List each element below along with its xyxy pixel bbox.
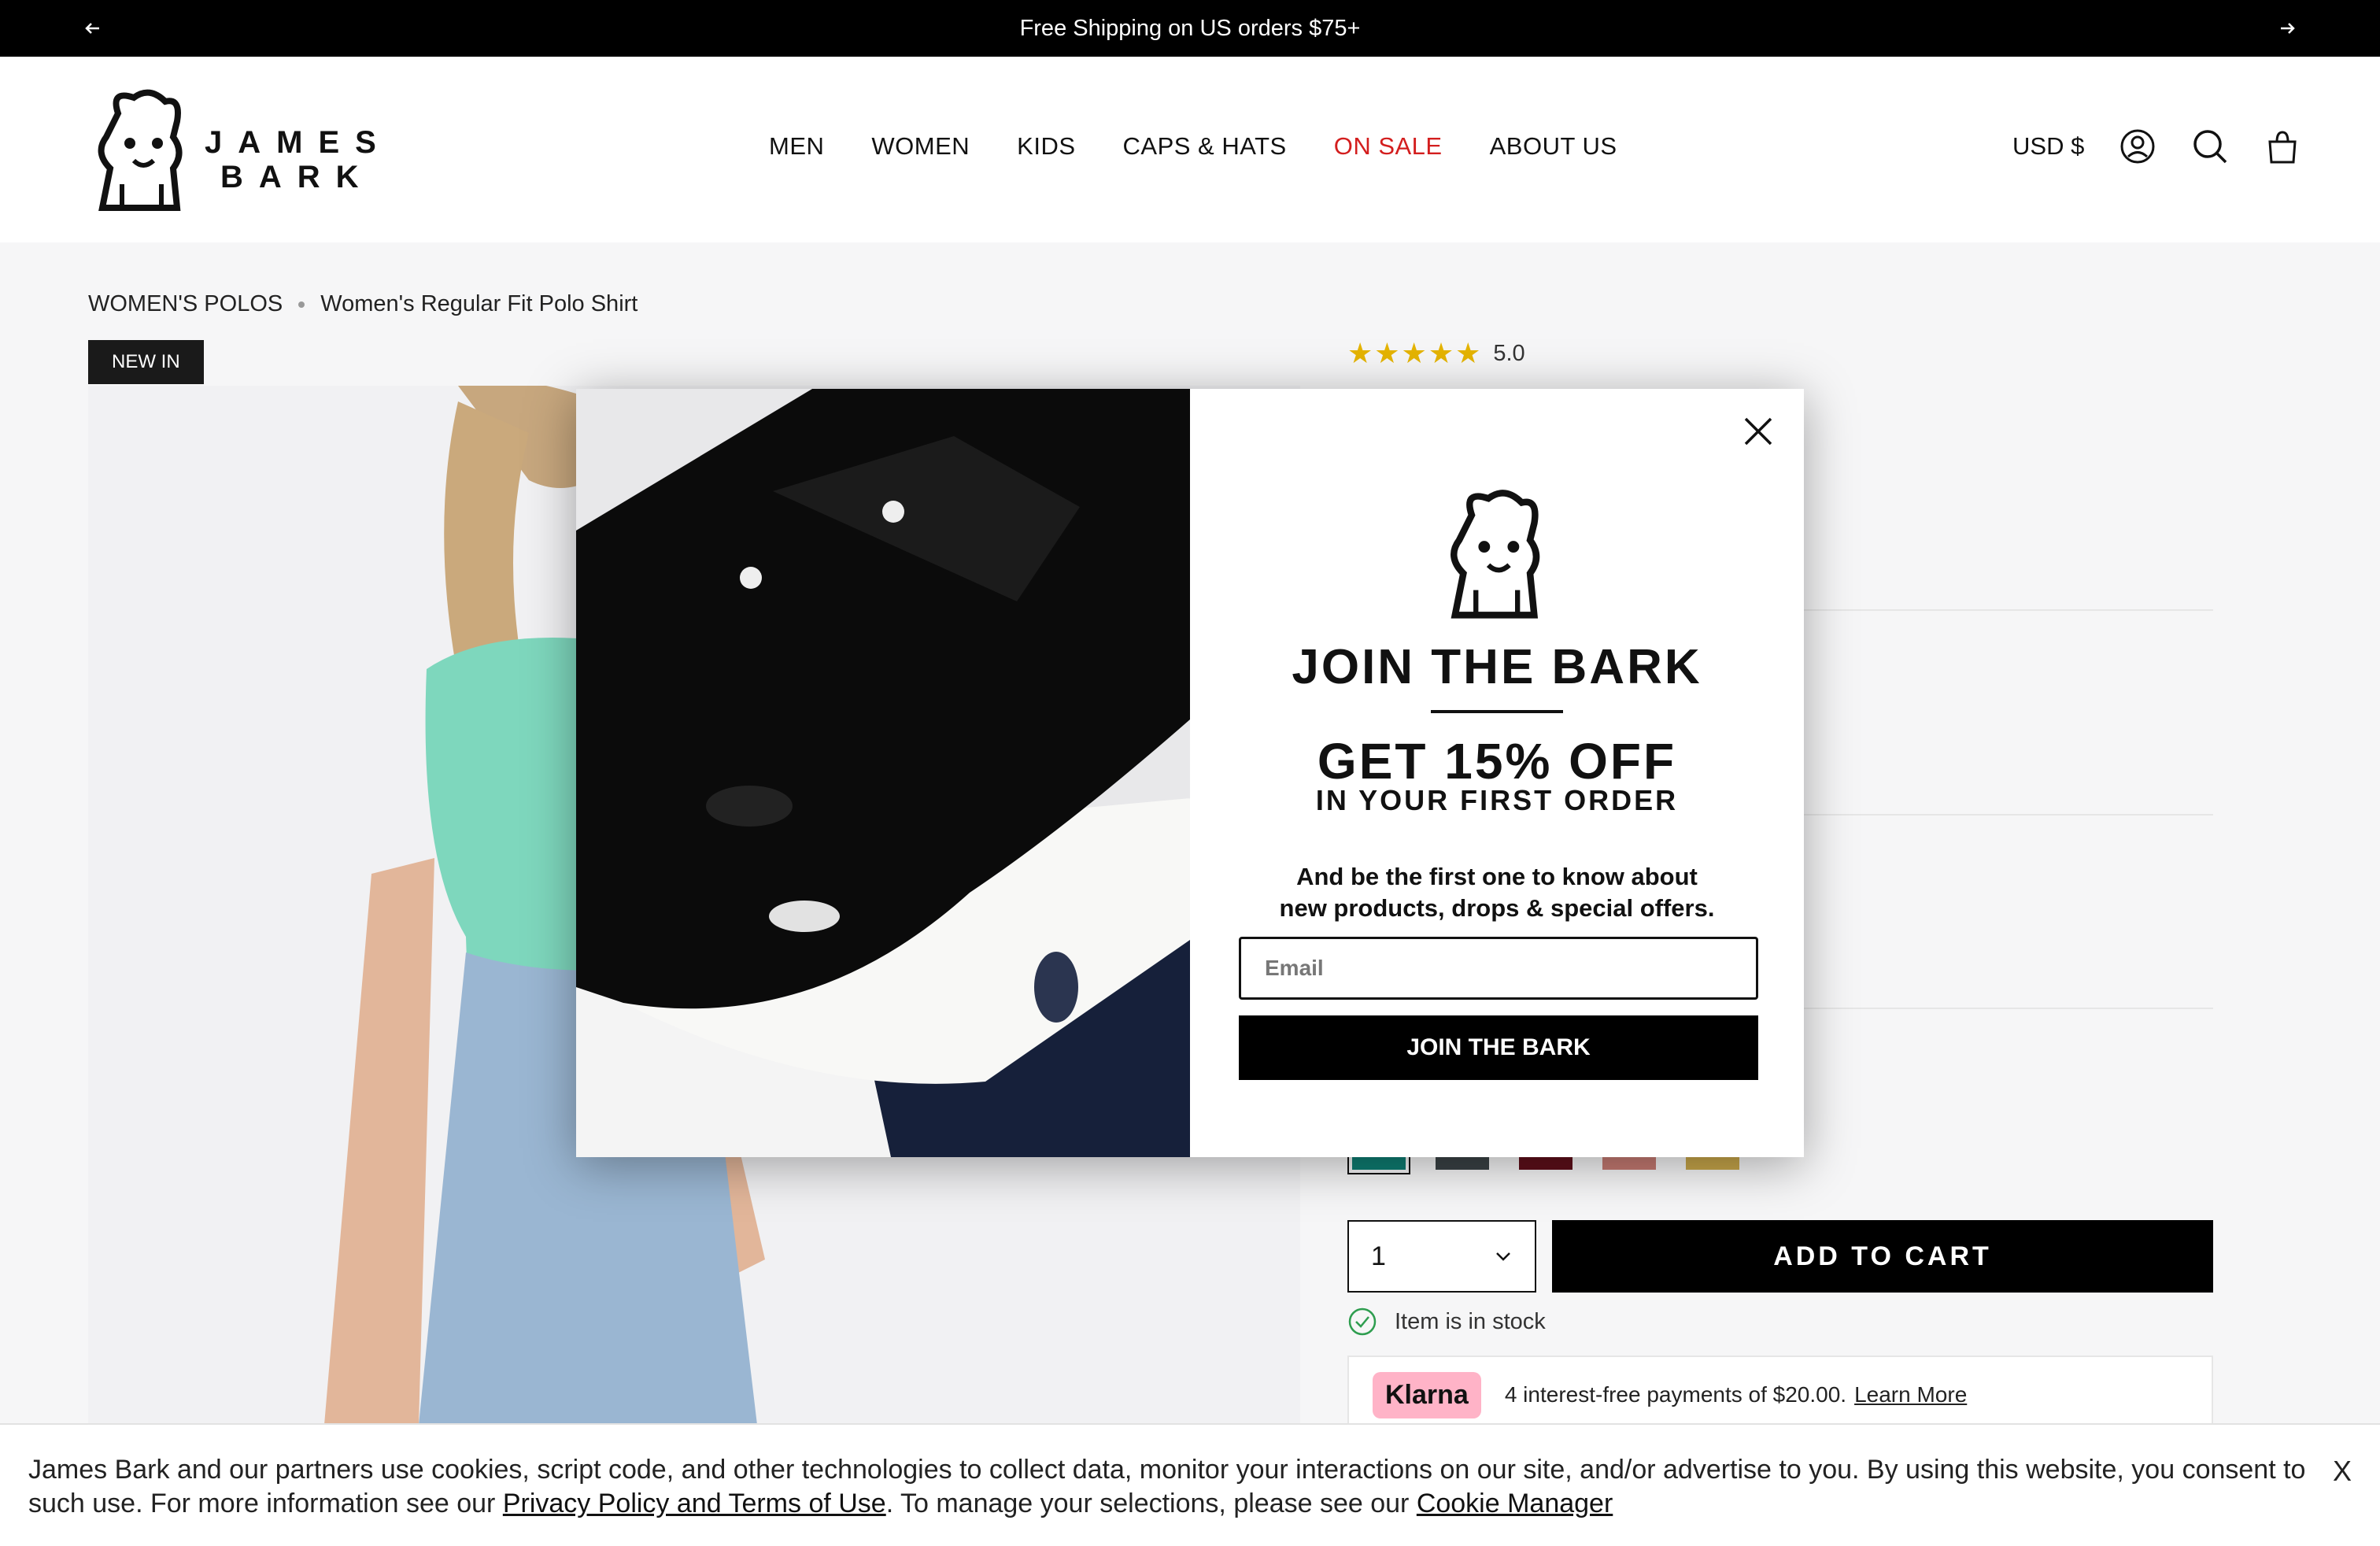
check-circle-icon xyxy=(1348,1307,1377,1336)
logo-text: JAMES BARK xyxy=(205,125,392,194)
privacy-policy-link[interactable]: Privacy Policy and Terms of Use xyxy=(503,1489,886,1518)
arrow-left-icon[interactable] xyxy=(80,16,105,41)
popup-offer-sub: IN YOUR FIRST ORDER xyxy=(1315,784,1679,816)
nav-men[interactable]: MEN xyxy=(769,132,824,161)
chevron-down-icon xyxy=(1496,1252,1510,1261)
breadcrumb-current: Women's Regular Fit Polo Shirt xyxy=(320,291,638,316)
breadcrumb-separator xyxy=(298,301,305,308)
site-header: JAMES BARK MEN WOMEN KIDS CAPS & HATS ON… xyxy=(0,57,2380,242)
product-rating[interactable]: ★★★★★ 5.0 xyxy=(1347,337,1525,370)
bulldog-logo-icon xyxy=(98,89,183,211)
klarna-text: 4 interest-free payments of $20.00. xyxy=(1504,1382,1847,1407)
klarna-box: Klarna 4 interest-free payments of $20.0… xyxy=(1347,1356,2213,1434)
close-icon[interactable] xyxy=(1739,412,1777,450)
cookie-close-button[interactable]: X xyxy=(2333,1455,2352,1488)
email-field[interactable] xyxy=(1239,937,1758,1000)
add-to-cart-button[interactable]: ADD TO CART xyxy=(1552,1220,2213,1293)
currency-selector[interactable]: USD $ xyxy=(2012,132,2084,161)
popup-title-underline xyxy=(1431,710,1563,713)
nav-women[interactable]: WOMEN xyxy=(871,132,970,161)
popup-offer: GET 15% OFF xyxy=(1317,733,1677,790)
klarna-learn-more-link[interactable]: Learn More xyxy=(1854,1382,1967,1407)
account-icon[interactable] xyxy=(2119,128,2156,165)
cookie-text: James Bark and our partners use cookies,… xyxy=(28,1455,2306,1518)
stock-text: Item is in stock xyxy=(1395,1308,1546,1334)
popup-polo-image xyxy=(576,389,1190,1157)
popup-pitch: And be the first one to know about new p… xyxy=(1279,863,1715,922)
search-icon[interactable] xyxy=(2191,128,2229,165)
quantity-value: 1 xyxy=(1371,1241,1386,1271)
announcement-bar: Free Shipping on US orders $75+ xyxy=(0,0,2380,57)
cookie-manager-link[interactable]: Cookie Manager xyxy=(1417,1489,1613,1518)
cookie-banner: James Bark and our partners use cookies,… xyxy=(0,1423,2380,1546)
join-the-bark-button[interactable]: JOIN THE BARK xyxy=(1239,1015,1758,1080)
popup-title: JOIN THE BARK xyxy=(1292,640,1702,694)
cart-bag-icon[interactable] xyxy=(2264,128,2301,165)
klarna-logo: Klarna xyxy=(1373,1371,1481,1418)
breadcrumb: WOMEN'S POLOS Women's Regular Fit Polo S… xyxy=(88,291,638,317)
breadcrumb-category[interactable]: WOMEN'S POLOS xyxy=(88,291,283,317)
bulldog-logo-icon xyxy=(1451,490,1540,619)
stock-status: Item is in stock xyxy=(1347,1307,1546,1337)
arrow-right-icon[interactable] xyxy=(2275,16,2300,41)
announcement-text: Free Shipping on US orders $75+ xyxy=(1019,15,1361,41)
logo[interactable]: JAMES BARK xyxy=(87,82,378,216)
nav-about-us[interactable]: ABOUT US xyxy=(1490,132,1617,161)
main-nav: MEN WOMEN KIDS CAPS & HATS ON SALE ABOUT… xyxy=(769,132,1665,161)
quantity-select[interactable]: 1 xyxy=(1347,1220,1536,1293)
popup-content: JOIN THE BARK GET 15% OFF IN YOUR FIRST … xyxy=(1190,389,1804,1157)
rating-value: 5.0 xyxy=(1493,340,1525,366)
nav-kids[interactable]: KIDS xyxy=(1017,132,1075,161)
nav-caps-hats[interactable]: CAPS & HATS xyxy=(1123,132,1287,161)
newsletter-popup: JOIN THE BARK GET 15% OFF IN YOUR FIRST … xyxy=(576,389,1804,1157)
new-in-badge: NEW IN xyxy=(88,340,204,384)
nav-on-sale[interactable]: ON SALE xyxy=(1334,132,1443,161)
star-rating-icon: ★★★★★ xyxy=(1347,337,1483,369)
